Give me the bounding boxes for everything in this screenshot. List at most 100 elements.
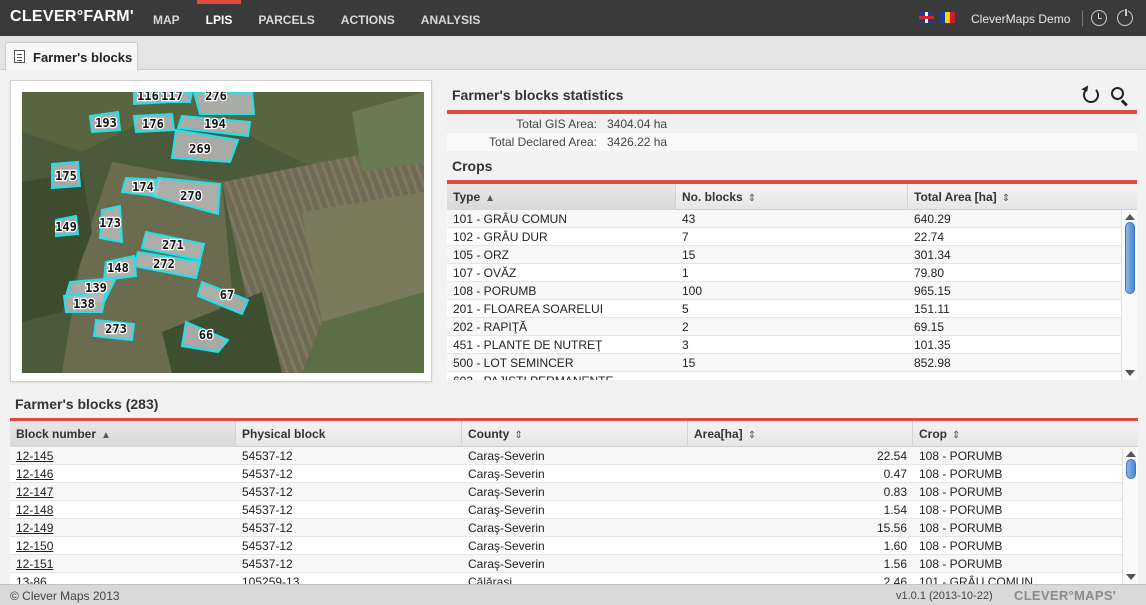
sort-icon: ⇕ <box>514 430 523 441</box>
table-cell: 79.80 <box>914 266 945 280</box>
table-row[interactable]: 105 - ORZ 15 301.34 <box>447 246 1137 264</box>
table-row[interactable]: 102 - GRÂU DUR 7 22.74 <box>447 228 1137 246</box>
table-row[interactable]: 12-147 54537-12 Caraş-Severin 0.83 108 - POR… <box>10 483 1138 501</box>
column-physical-block-header[interactable]: Physical block <box>236 421 462 447</box>
table-cell: 5 <box>682 302 689 316</box>
table-cell: 54537-12 <box>242 485 293 499</box>
map-label-117: 117 <box>161 92 183 103</box>
table-cell: Călăraşi <box>468 575 513 584</box>
scroll-up-icon[interactable] <box>1126 451 1136 457</box>
search-icon[interactable] <box>1111 87 1124 100</box>
table-cell: 1.54 <box>883 503 907 517</box>
map-label-193: 193 <box>95 116 117 130</box>
table-row[interactable]: 12-146 54537-12 Caraş-Severin 0.47 108 - POR… <box>10 465 1138 483</box>
map-view[interactable]: 116 117 276 193 176 194 269 175 174 270 … <box>22 92 424 373</box>
table-cell: 101.35 <box>914 338 951 352</box>
scroll-thumb[interactable] <box>1126 459 1136 479</box>
stat-value: 3404.04 ha <box>607 117 668 131</box>
scroll-down-icon[interactable] <box>1126 574 1136 580</box>
block-number-cell: 12-146 <box>10 465 236 483</box>
nav-map[interactable]: MAP <box>140 0 193 36</box>
block-number-link[interactable]: 12-149 <box>16 521 53 535</box>
table-cell: 54537-12 <box>242 503 293 517</box>
english-flag-icon[interactable] <box>919 12 934 23</box>
column-county-header[interactable]: County ⇕ <box>462 421 688 447</box>
crops-scrollbar[interactable] <box>1121 210 1137 380</box>
stat-value: 3426.22 ha <box>607 135 668 149</box>
column-total-area-header[interactable]: Total Area [ha] ⇕ <box>908 184 1137 210</box>
tab-farmers-blocks[interactable]: Farmer's blocks <box>5 42 138 71</box>
nav-analysis[interactable]: ANALYSIS <box>408 0 494 36</box>
romanian-flag-icon[interactable] <box>940 12 955 23</box>
power-icon[interactable] <box>1117 8 1133 26</box>
app-logo[interactable]: CLEVER°FARM' <box>10 8 134 26</box>
table-row[interactable]: 201 - FLOAREA SOARELUI 5 151.11 <box>447 300 1137 318</box>
sort-icon: ⇕ <box>952 430 961 441</box>
scroll-thumb[interactable] <box>1125 222 1135 294</box>
user-name[interactable]: CleverMaps Demo <box>971 12 1070 26</box>
map-label-139: 139 <box>85 281 107 295</box>
table-cell: Caraş-Severin <box>468 539 545 553</box>
table-cell: Caraş-Severin <box>468 485 545 499</box>
table-header: Type ▲ No. blocks ⇕ Total Area [ha] ⇕ <box>447 184 1137 210</box>
table-cell: Caraş-Severin <box>468 467 545 481</box>
block-number-link[interactable]: 12-146 <box>16 467 53 481</box>
column-label: County <box>468 427 510 441</box>
block-number-cell: 12-148 <box>10 501 236 519</box>
map-label-67: 67 <box>220 288 234 302</box>
table-cell: 965.15 <box>914 284 951 298</box>
table-row[interactable]: 12-150 54537-12 Caraş-Severin 1.60 108 - POR… <box>10 537 1138 555</box>
nav-actions[interactable]: ACTIONS <box>328 0 408 36</box>
clock-icon[interactable] <box>1091 10 1107 26</box>
scroll-down-icon[interactable] <box>1125 370 1135 376</box>
table-row[interactable]: 12-149 54537-12 Caraş-Severin 15.56 108 - PO… <box>10 519 1138 537</box>
column-crop-header[interactable]: Crop ⇕ <box>913 421 1138 447</box>
table-row[interactable]: 12-151 54537-12 Caraş-Severin 1.56 108 - POR… <box>10 555 1138 573</box>
block-number-link[interactable]: 12-148 <box>16 503 53 517</box>
table-row[interactable]: 107 - OVĂZ 1 79.80 <box>447 264 1137 282</box>
table-row[interactable]: 12-145 54537-12 Caraş-Severin 22.54 108 - PO… <box>10 447 1138 465</box>
table-cell: 105 - ORZ <box>453 248 510 262</box>
table-cell: 54537-12 <box>242 449 293 463</box>
table-row[interactable]: 603 - PAJIŞTI PERMANENTE <box>447 372 1137 380</box>
blocks-scrollbar[interactable] <box>1122 447 1138 584</box>
footer-logo[interactable]: CLEVER°MAPS' <box>1014 588 1116 603</box>
column-area-header[interactable]: Area[ha] ⇕ <box>688 421 913 447</box>
table-cell: 108 - PORUMB <box>919 521 1003 535</box>
block-number-cell: 12-150 <box>10 537 236 555</box>
column-type-header[interactable]: Type ▲ <box>447 184 676 210</box>
table-cell: 54537-12 <box>242 539 293 553</box>
stat-label: Total Declared Area: <box>488 135 597 149</box>
table-row[interactable]: 500 - LOT SEMINCER 15 852.98 <box>447 354 1137 372</box>
table-row[interactable]: 108 - PORUMB 100 965.15 <box>447 282 1137 300</box>
table-cell: 108 - PORUMB <box>453 284 537 298</box>
map-label-270: 270 <box>180 189 202 203</box>
table-row[interactable]: 13-86 105259-13 Călăraşi 2.46 101 - GRÂU COM… <box>10 573 1138 584</box>
block-number-link[interactable]: 12-150 <box>16 539 53 553</box>
divider <box>447 110 1137 114</box>
table-cell: 22.54 <box>876 449 907 463</box>
column-label: Physical block <box>242 427 326 441</box>
table-cell: 151.11 <box>914 302 950 316</box>
refresh-icon[interactable] <box>1083 87 1099 103</box>
block-number-link[interactable]: 12-151 <box>16 557 53 571</box>
table-row[interactable]: 451 - PLANTE DE NUTREŢ 3 101.35 <box>447 336 1137 354</box>
block-number-link[interactable]: 12-145 <box>16 449 53 463</box>
block-number-link[interactable]: 12-147 <box>16 485 53 499</box>
blocks-title: Farmer's blocks (283) <box>15 396 159 412</box>
column-block-number-header[interactable]: Block number ▲ <box>10 421 236 447</box>
nav-lpis[interactable]: LPIS <box>193 0 246 36</box>
table-row[interactable]: 202 - RAPIŢĂ 2 69.15 <box>447 318 1137 336</box>
map-label-272: 272 <box>153 257 175 271</box>
block-number-link[interactable]: 13-86 <box>16 575 47 584</box>
column-no-blocks-header[interactable]: No. blocks ⇕ <box>676 184 908 210</box>
column-label: Area[ha] <box>694 427 743 441</box>
scroll-up-icon[interactable] <box>1125 214 1135 220</box>
table-cell: 2.46 <box>883 575 907 584</box>
table-cell: 100 <box>682 284 703 298</box>
table-row[interactable]: 12-148 54537-12 Caraş-Severin 1.54 108 - POR… <box>10 501 1138 519</box>
nav-parcels[interactable]: PARCELS <box>245 0 327 36</box>
table-cell: 107 - OVĂZ <box>453 266 517 280</box>
block-number-cell: 12-147 <box>10 483 236 501</box>
table-row[interactable]: 101 - GRÂU COMUN 43 640.29 <box>447 210 1137 228</box>
